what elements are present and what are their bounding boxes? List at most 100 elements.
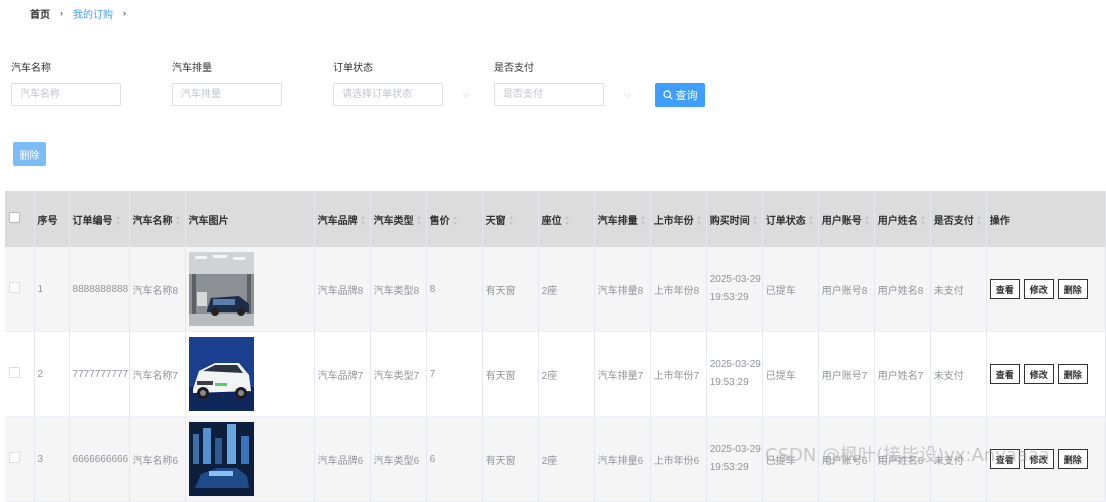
cell-username: 用户姓名6 [874,416,931,502]
sort-icon [696,215,702,226]
cell-displacement: 汽车排量7 [594,331,651,417]
column-header[interactable]: 购买时间 [706,191,763,247]
purchase-time-cell: 2025-03-29 19:53:29 [706,331,763,417]
cell-account: 用户账号7 [818,331,875,417]
cell-seats: 2座 [538,331,595,417]
select-placeholder: 是否支付 [503,89,543,100]
breadcrumb-separator-icon: › [60,8,63,18]
cell-year: 上市年份7 [650,331,707,417]
column-header[interactable]: 汽车品牌 [314,191,371,247]
column-header[interactable]: 上市年份 [650,191,707,247]
sort-icon [115,215,121,226]
filter-car-name: 汽车名称 汽车名称 [11,62,121,106]
displacement-input[interactable]: 汽车排量 [172,83,282,106]
actions-cell: 查看 修改 删除 [986,416,1106,502]
breadcrumb-home[interactable]: 首页 [30,6,50,21]
car-image-cell [185,331,315,417]
delete-button[interactable]: 删除 [1057,449,1088,469]
cell-car_name: 汽车名称6 [129,416,186,502]
search-button-label: 查询 [675,90,698,102]
search-button[interactable]: 查询 [655,83,705,107]
cell-sunroof: 有天窗 [482,247,539,332]
car-name-input[interactable]: 汽车名称 [11,83,121,106]
breadcrumb: 首页 › 我的订购 › [30,5,136,21]
cell-car_name: 汽车名称7 [129,331,186,417]
cell-status: 已提车 [762,247,819,332]
batch-delete-button[interactable]: 删除 [13,142,46,166]
breadcrumb-current[interactable]: 我的订购 [73,6,113,21]
row-checkbox[interactable] [9,282,20,293]
cell-type: 汽车类型7 [370,331,427,417]
purchase-time-cell: 2025-03-29 19:53:29 [706,247,763,332]
filter-paid: 是否支付 是否支付 ⌵ [494,62,631,106]
delete-button[interactable]: 删除 [1057,364,1088,384]
view-button[interactable]: 查看 [989,279,1020,299]
column-header[interactable]: 汽车类型 [370,191,427,247]
cell-displacement: 汽车排量8 [594,247,651,332]
cell-seats: 2座 [538,416,595,502]
cell-year: 上市年份6 [650,416,707,502]
actions-cell: 查看 修改 删除 [986,247,1106,332]
cell-username: 用户姓名7 [874,331,931,417]
filter-label: 汽车名称 [11,63,51,74]
cell-displacement: 汽车排量6 [594,416,651,502]
view-button[interactable]: 查看 [989,449,1020,469]
sort-icon [640,215,646,226]
filter-label: 汽车排量 [172,63,212,74]
column-header[interactable]: 天窗 [482,191,539,247]
purchase-time-cell: 2025-03-29 19:53:29 [706,416,763,502]
car-image-cell [185,416,315,502]
chevron-down-icon[interactable]: ⌵ [462,84,470,105]
select-placeholder: 请选择订单状态 [342,89,412,100]
cell-type: 汽车类型6 [370,416,427,502]
column-header[interactable]: 座位 [538,191,595,247]
sort-icon [564,215,570,226]
column-header[interactable]: 订单状态 [762,191,819,247]
column-header[interactable]: 用户账号 [818,191,875,247]
actions-cell: 查看 修改 删除 [986,331,1106,417]
column-header[interactable]: 订单编号 [69,191,130,247]
cell-sunroof: 有天窗 [482,416,539,502]
select-all-checkbox[interactable] [9,212,20,223]
sort-icon [808,215,814,226]
paid-select[interactable]: 是否支付 ⌵ [494,83,631,106]
edit-button[interactable]: 修改 [1023,364,1054,384]
order-status-select[interactable]: 请选择订单状态 ⌵ [333,83,470,106]
chevron-down-icon[interactable]: ⌵ [623,84,631,105]
column-header[interactable]: 汽车排量 [594,191,651,247]
row-checkbox[interactable] [9,367,20,378]
cell-order_no: 7777777777 [69,331,130,417]
table-header-row: 序号 订单编号 汽车名称 汽车图片 汽车品牌 汽车类型 售价 天窗 座位 汽车排… [5,191,1106,247]
cell-username: 用户姓名8 [874,247,931,332]
sort-icon [508,215,514,226]
filter-label: 是否支付 [494,63,534,74]
cell-price: 6 [426,416,483,502]
column-header: 操作 [986,191,1106,247]
row-checkbox-cell [5,331,35,417]
edit-button[interactable]: 修改 [1023,449,1054,469]
cell-index: 2 [34,331,70,417]
cell-status: 已提车 [762,331,819,417]
row-checkbox-cell [5,247,35,332]
view-button[interactable]: 查看 [989,364,1020,384]
car-photo [188,422,254,496]
delete-button[interactable]: 删除 [1057,279,1088,299]
cell-index: 1 [34,247,70,332]
filter-displacement: 汽车排量 汽车排量 [172,62,282,106]
orders-table: 序号 订单编号 汽车名称 汽车图片 汽车品牌 汽车类型 售价 天窗 座位 汽车排… [5,191,1106,502]
column-header[interactable]: 是否支付 [930,191,987,247]
cell-seats: 2座 [538,247,595,332]
cell-price: 8 [426,247,483,332]
row-checkbox[interactable] [9,452,20,463]
sort-icon [175,215,181,226]
sort-icon [976,215,982,226]
column-header[interactable]: 汽车名称 [129,191,186,247]
row-checkbox-cell [5,416,35,502]
car-photo [188,252,254,326]
column-header[interactable]: 售价 [426,191,483,247]
cell-account: 用户账号6 [818,416,875,502]
edit-button[interactable]: 修改 [1023,279,1054,299]
cell-paid: 未支付 [930,247,987,332]
column-header[interactable]: 用户姓名 [874,191,931,247]
sort-icon [360,215,366,226]
